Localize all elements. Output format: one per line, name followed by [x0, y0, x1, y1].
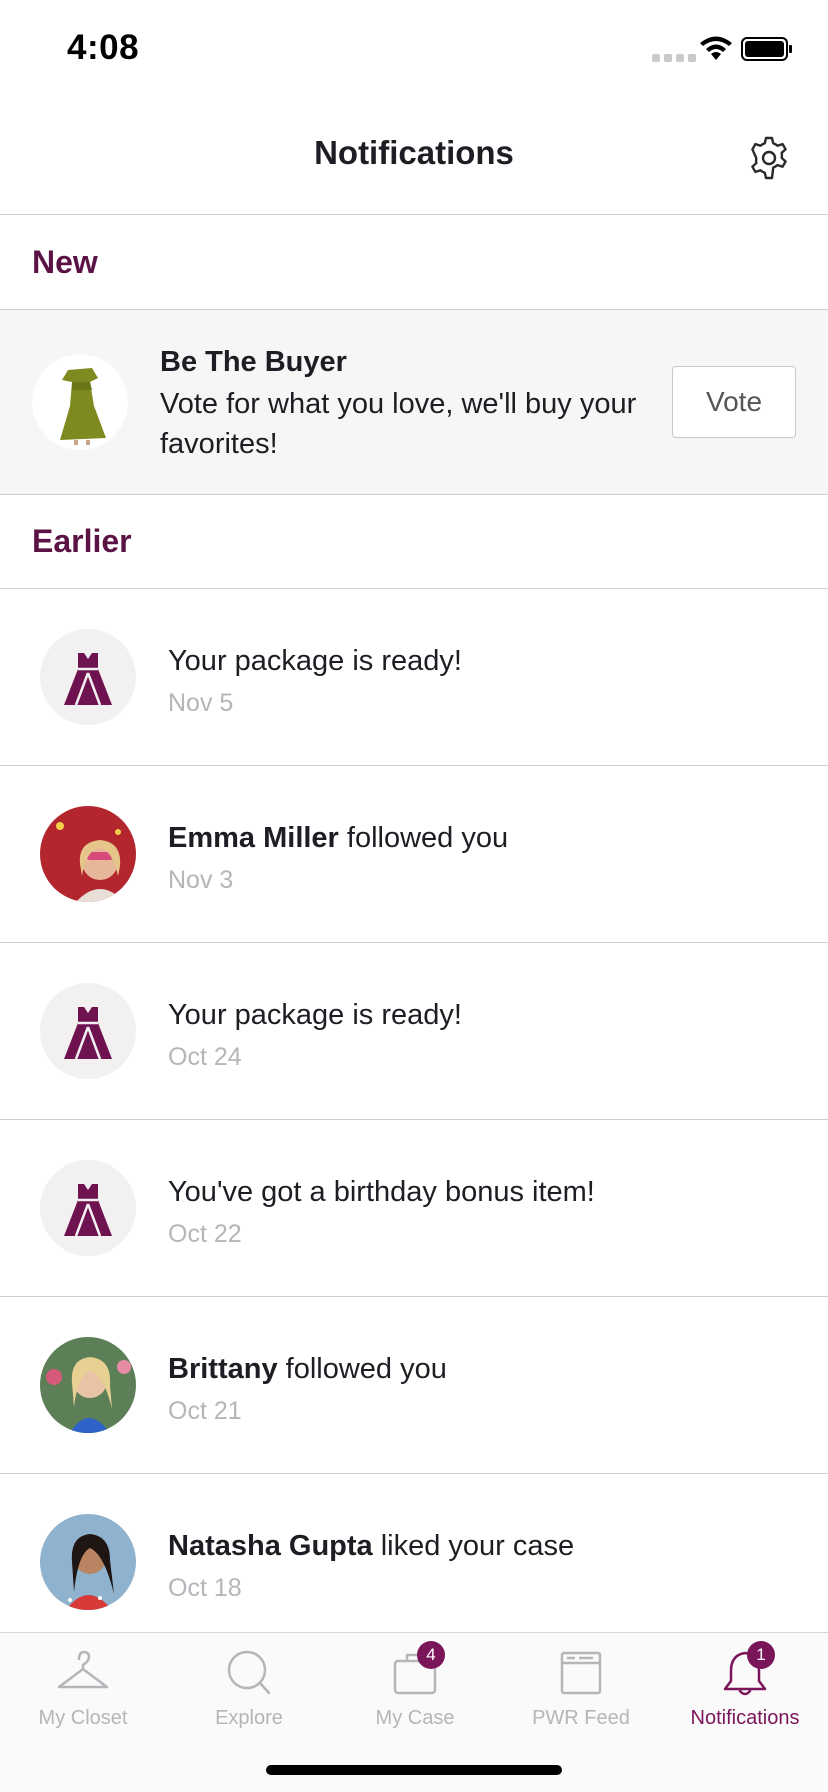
- notification-row[interactable]: Your package is ready! Nov 5: [0, 589, 828, 766]
- tab-my-closet[interactable]: My Closet: [0, 1633, 166, 1743]
- feed-icon: [560, 1651, 602, 1695]
- notification-date: Nov 5: [168, 689, 234, 717]
- bag-icon-wrapper: 4: [387, 1641, 445, 1699]
- section-new: New: [0, 216, 828, 310]
- notification-text: You've got a birthday bonus item!: [168, 1176, 595, 1208]
- notification-text: Emma Miller followed you: [168, 822, 509, 854]
- home-indicator: [266, 1765, 562, 1775]
- green-dress-image: [32, 354, 128, 450]
- status-bar: 4:08: [0, 0, 828, 100]
- notification-row[interactable]: Your package is ready! Oct 24: [0, 943, 828, 1120]
- tab-explore[interactable]: Explore: [166, 1633, 332, 1743]
- case-count-badge: 4: [417, 1641, 445, 1669]
- user-avatar: [40, 1514, 136, 1610]
- search-icon: [227, 1650, 271, 1695]
- section-label-earlier: Earlier: [32, 523, 132, 559]
- hanger-icon: [57, 1650, 109, 1689]
- notification-date: Oct 18: [168, 1574, 242, 1602]
- battery-icon: [741, 37, 792, 61]
- tab-pwr-feed[interactable]: PWR Feed: [498, 1633, 664, 1743]
- user-avatar: [40, 806, 136, 902]
- dress-icon: [40, 1160, 136, 1256]
- featured-body: Vote for what you love, we'll buy your f…: [160, 388, 637, 460]
- featured-notification[interactable]: Be The Buyer Vote for what you love, we'…: [0, 310, 828, 495]
- notification-date: Oct 24: [168, 1043, 242, 1071]
- vote-button[interactable]: Vote: [672, 366, 796, 438]
- gear-icon[interactable]: [746, 135, 792, 181]
- navigation-header: Notifications: [0, 100, 828, 215]
- cellular-signal-icon: [652, 54, 696, 62]
- dress-icon: [40, 629, 136, 725]
- bell-icon-wrapper: 1: [717, 1641, 775, 1699]
- notification-text: Your package is ready!: [168, 645, 462, 677]
- notification-text: Brittany followed you: [168, 1353, 447, 1385]
- tab-my-case[interactable]: 4 My Case: [332, 1633, 498, 1743]
- notification-date: Nov 3: [168, 866, 234, 894]
- wifi-icon: [700, 36, 732, 60]
- notification-row[interactable]: Natasha Gupta liked your case Oct 18: [0, 1474, 828, 1651]
- tab-notifications[interactable]: 1 Notifications: [662, 1633, 828, 1743]
- notification-text: Natasha Gupta liked your case: [168, 1530, 575, 1562]
- notification-text: Your package is ready!: [168, 999, 462, 1031]
- notification-date: Oct 21: [168, 1397, 242, 1425]
- notification-row[interactable]: You've got a birthday bonus item! Oct 22: [0, 1120, 828, 1297]
- tab-label: Notifications: [690, 1707, 800, 1729]
- dress-icon: [40, 983, 136, 1079]
- tab-label: PWR Feed: [532, 1707, 630, 1729]
- tab-label: My Case: [375, 1707, 455, 1729]
- notification-row[interactable]: Brittany followed you Oct 21: [0, 1297, 828, 1474]
- notification-row[interactable]: Emma Miller followed you Nov 3: [0, 766, 828, 943]
- user-avatar: [40, 1337, 136, 1433]
- status-time: 4:08: [67, 28, 140, 67]
- notification-count-badge: 1: [747, 1641, 775, 1669]
- featured-title: Be The Buyer: [160, 346, 347, 378]
- section-label-new: New: [32, 244, 98, 280]
- section-earlier: Earlier: [0, 495, 828, 589]
- notification-date: Oct 22: [168, 1220, 242, 1248]
- page-title: Notifications: [314, 134, 514, 171]
- tab-label: Explore: [215, 1707, 283, 1729]
- tab-label: My Closet: [38, 1707, 128, 1729]
